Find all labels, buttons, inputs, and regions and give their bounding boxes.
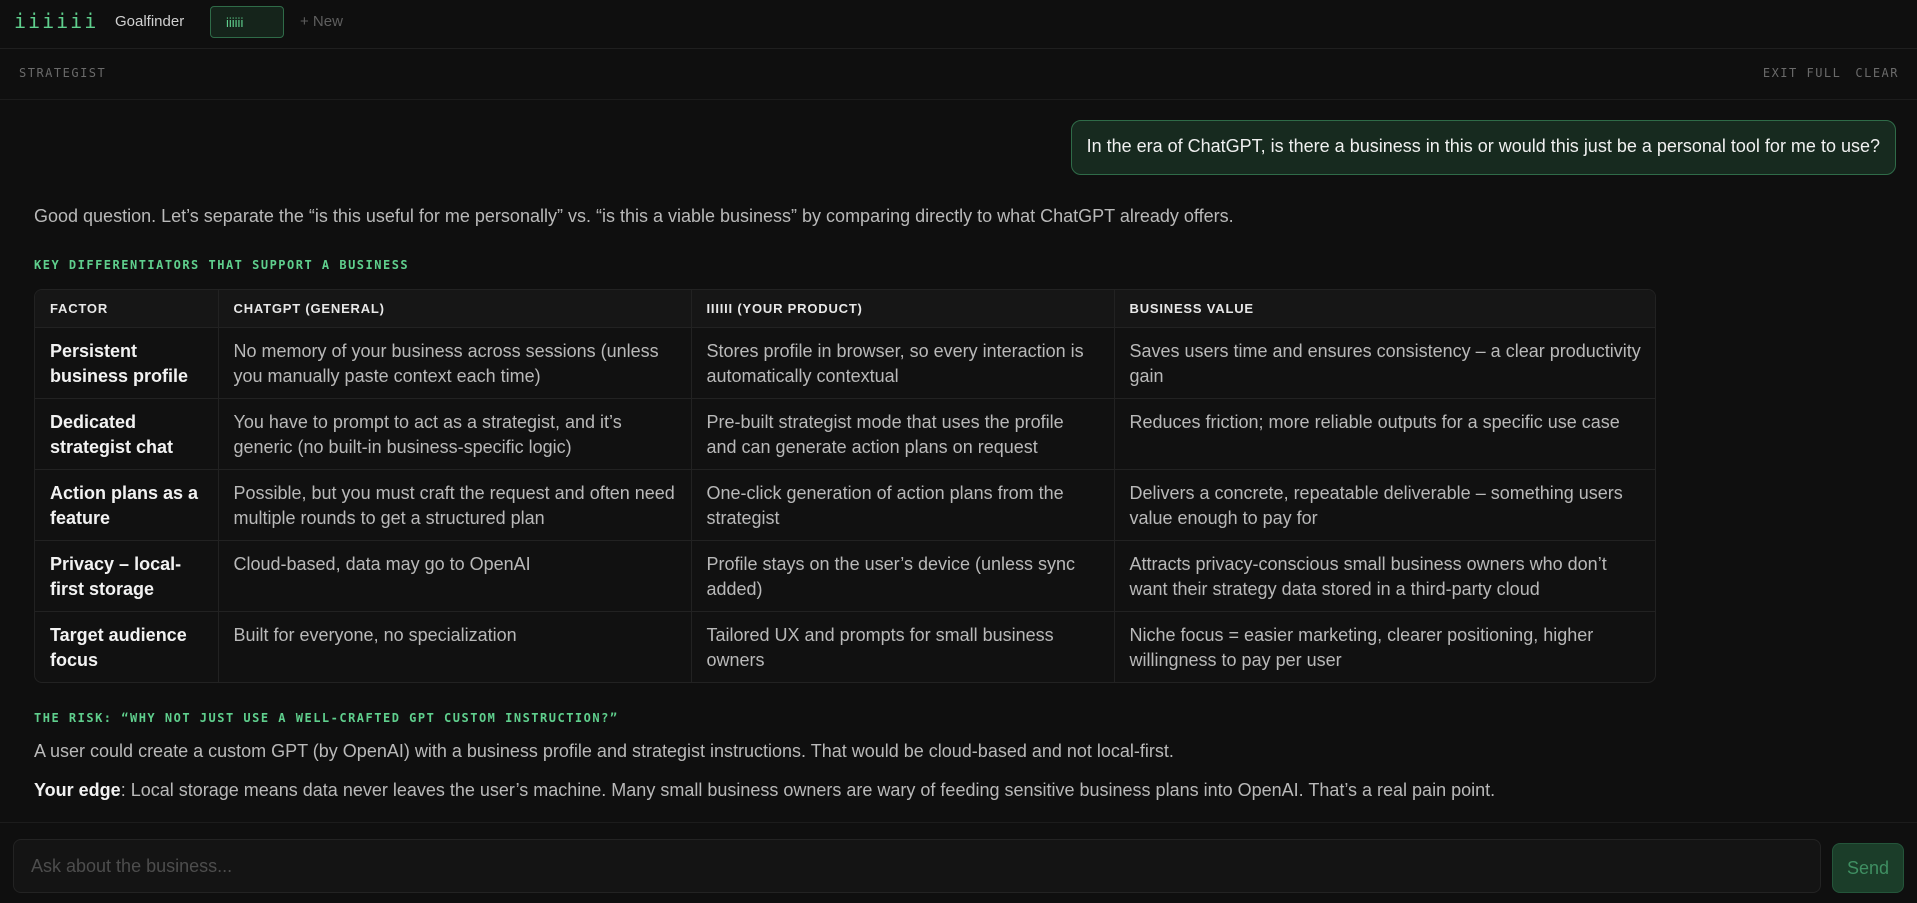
chat-input[interactable] [13,839,1821,893]
table-cell-factor: Action plans as a feature [35,468,219,540]
comparison-table: FACTOR CHATGPT (GENERAL) IIIIII (YOUR PR… [34,289,1656,683]
section-heading-differentiators: KEY DIFFERENTIATORS THAT SUPPORT A BUSIN… [34,258,410,272]
table-cell-factor: Privacy – local-first storage [35,539,219,611]
table-cell-factor: Persistent business profile [35,326,219,398]
risk-paragraph: A user could create a custom GPT (by Ope… [34,741,1174,761]
table-cell: You have to prompt to act as a strategis… [218,397,692,469]
table-cell-factor: Dedicated strategist chat [35,397,219,469]
assistant-intro: Good question. Let’s separate the “is th… [34,206,1234,226]
nav-goalfinder[interactable]: Goalfinder [115,13,184,30]
clear-button[interactable]: CLEAR [1855,66,1899,80]
table-cell: Saves users time and ensures consistency… [1114,326,1655,398]
table-cell: Stores profile in browser, so every inte… [691,326,1115,398]
table-row: Target audience focus Built for everyone… [35,610,1655,682]
panel-title: STRATEGIST [19,66,107,80]
edge-text: : Local storage means data never leaves … [120,780,1496,800]
table-row: Action plans as a feature Possible, but … [35,468,1655,540]
table-cell: One-click generation of action plans fro… [691,468,1115,540]
top-bar: iiiiii Goalfinder iiiiii + New [0,0,1917,49]
table-cell: Attracts privacy-conscious small busines… [1114,539,1655,611]
column-header: IIIIII (YOUR PRODUCT) [691,290,1115,327]
column-header: FACTOR [35,290,219,327]
panel-actions: EXIT FULL CLEAR [1763,66,1899,80]
app-logo[interactable]: iiiiii [14,9,98,33]
chat-area[interactable]: In the era of ChatGPT, is there a busine… [0,101,1917,821]
table-cell: Cloud-based, data may go to OpenAI [218,539,692,611]
tab-active-iiiiii[interactable]: iiiiii [210,6,284,38]
composer: Send [0,822,1917,903]
table-row: Dedicated strategist chat You have to pr… [35,397,1655,469]
panel-header: STRATEGIST EXIT FULL CLEAR [0,49,1917,100]
section-heading-risk: THE RISK: “WHY NOT JUST USE A WELL-CRAFT… [34,711,619,725]
column-header: CHATGPT (GENERAL) [218,290,692,327]
table-cell: Tailored UX and prompts for small busine… [691,610,1115,682]
table-cell: Possible, but you must craft the request… [218,468,692,540]
user-message-bubble: In the era of ChatGPT, is there a busine… [1070,120,1896,175]
table-cell: Built for everyone, no specialization [218,610,692,682]
table-row: Persistent business profile No memory of… [35,326,1655,398]
table-cell: Delivers a concrete, repeatable delivera… [1114,468,1655,540]
table-row: Privacy – local-first storage Cloud-base… [35,539,1655,611]
send-button[interactable]: Send [1832,843,1904,893]
table-cell: No memory of your business across sessio… [218,326,692,398]
table-cell: Niche focus = easier marketing, clearer … [1114,610,1655,682]
new-tab-button[interactable]: + New [300,13,343,30]
exit-full-button[interactable]: EXIT FULL [1763,66,1842,80]
column-header: BUSINESS VALUE [1114,290,1655,327]
edge-paragraph: Your edge: Local storage means data neve… [34,780,1495,801]
table-cell: Pre-built strategist mode that uses the … [691,397,1115,469]
edge-label: Your edge [34,780,121,800]
table-cell: Profile stays on the user’s device (unle… [691,539,1115,611]
table-cell: Reduces friction; more reliable outputs … [1114,397,1655,469]
table-header-row: FACTOR CHATGPT (GENERAL) IIIIII (YOUR PR… [35,290,1655,327]
table-cell-factor: Target audience focus [35,610,219,682]
